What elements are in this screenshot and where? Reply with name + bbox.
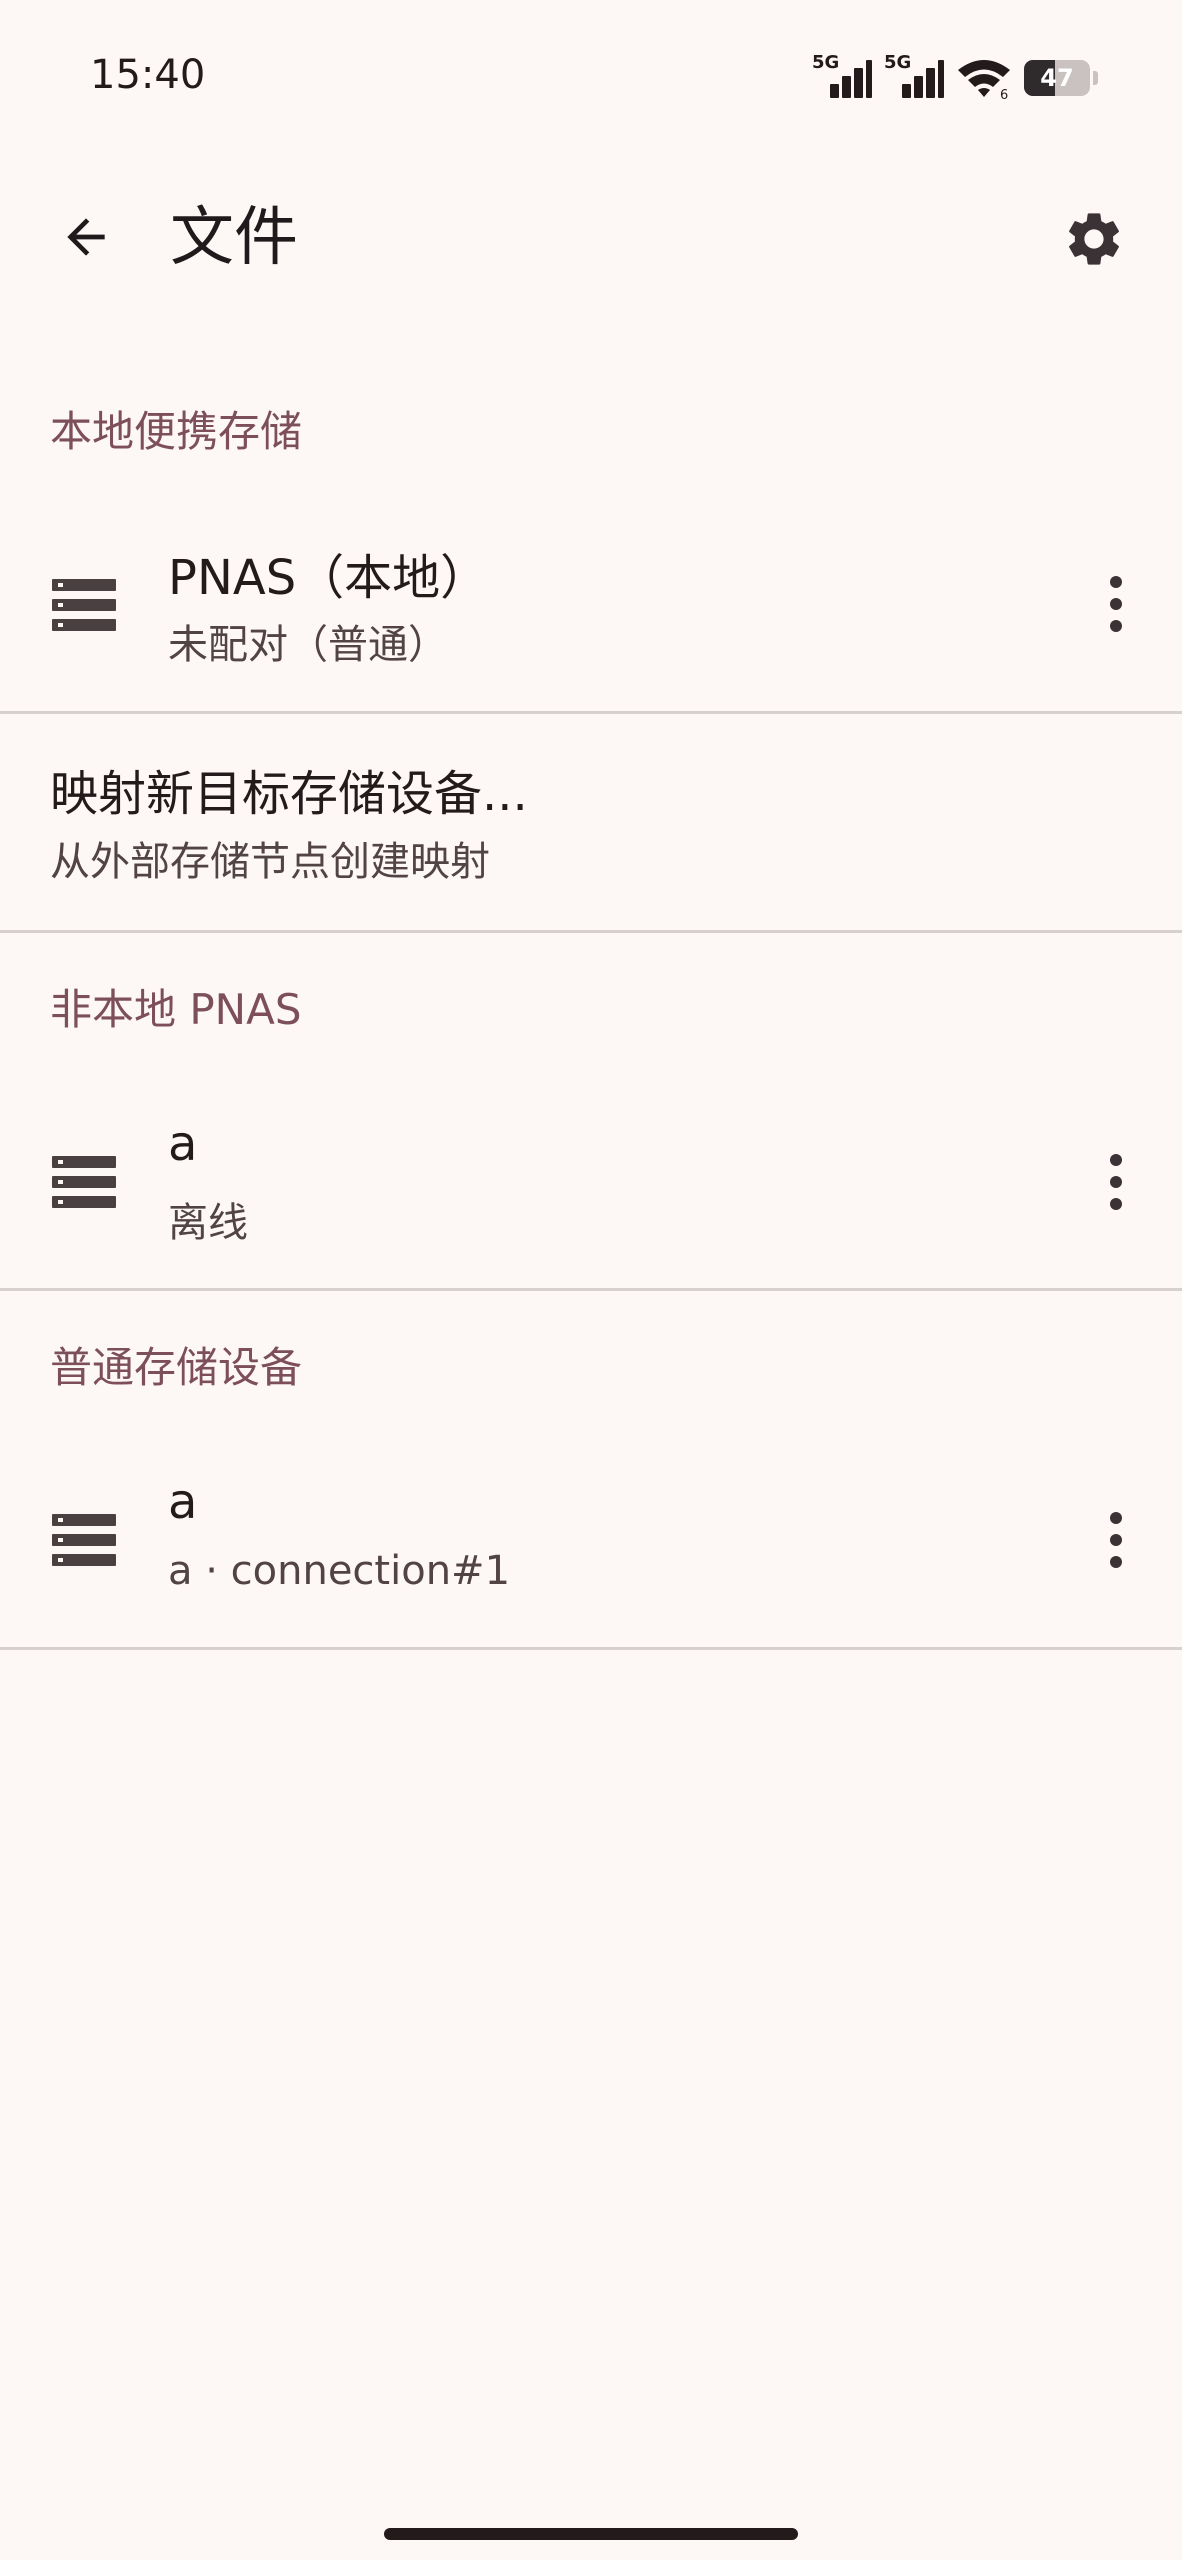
- page-title: 文件: [170, 201, 298, 275]
- divider: [0, 1647, 1182, 1650]
- more-vert-icon: [1110, 1512, 1122, 1568]
- battery-icon: 47: [1024, 60, 1098, 96]
- top-app-bar: 文件: [0, 160, 1182, 314]
- status-icons: 5G 5G 6 47: [812, 50, 1098, 100]
- more-options-button[interactable]: [1076, 1134, 1156, 1230]
- more-vert-icon: [1110, 1154, 1122, 1210]
- section-header-normal: 普通存储设备: [50, 1343, 303, 1392]
- item-title: a: [168, 1116, 198, 1172]
- arrow-back-icon: [67, 218, 105, 256]
- wifi-icon: 6: [958, 60, 1010, 100]
- list-item-normal-storage[interactable]: a a · connection#1: [0, 1438, 1182, 1648]
- settings-button[interactable]: [1046, 191, 1142, 287]
- cellular-signal-icon: 5G: [812, 52, 872, 100]
- item-subtitle: 未配对（普通）: [168, 622, 448, 668]
- battery-level: 47: [1040, 64, 1074, 92]
- list-item-pnas-local[interactable]: PNAS（本地） 未配对（普通）: [0, 500, 1182, 710]
- storage-icon: [48, 1146, 120, 1218]
- divider: [0, 1288, 1182, 1291]
- more-options-button[interactable]: [1076, 1492, 1156, 1588]
- map-new-title: 映射新目标存储设备...: [50, 766, 528, 822]
- item-subtitle: 离线: [168, 1200, 248, 1246]
- cellular-signal-icon: 5G: [884, 52, 944, 100]
- section-header-local: 本地便携存储: [50, 407, 303, 456]
- map-new-subtitle: 从外部存储节点创建映射: [50, 839, 490, 885]
- storage-icon: [48, 569, 120, 641]
- svg-text:6: 6: [1000, 88, 1008, 100]
- gear-icon: [1069, 213, 1119, 265]
- item-subtitle: a · connection#1: [168, 1548, 511, 1594]
- more-options-button[interactable]: [1076, 556, 1156, 652]
- map-new-storage-item[interactable]: 映射新目标存储设备... 从外部存储节点创建映射: [0, 714, 1182, 930]
- divider: [0, 930, 1182, 933]
- item-title: a: [168, 1474, 198, 1530]
- back-button[interactable]: [40, 191, 132, 283]
- home-indicator[interactable]: [384, 2528, 798, 2540]
- more-vert-icon: [1110, 576, 1122, 632]
- list-item-remote-pnas[interactable]: a 离线: [0, 1080, 1182, 1288]
- section-header-remote: 非本地 PNAS: [50, 985, 302, 1034]
- status-time: 15:40: [90, 52, 206, 98]
- storage-icon: [48, 1504, 120, 1576]
- network-type-label: 5G: [812, 52, 840, 73]
- status-bar: 15:40 5G 5G 6 47: [0, 0, 1182, 160]
- network-type-label: 5G: [884, 52, 912, 73]
- item-title: PNAS（本地）: [168, 550, 489, 606]
- files-screen: 15:40 5G 5G 6 47 文件 本地便携存储 PNAS（本地） 未配对（…: [0, 0, 1182, 2560]
